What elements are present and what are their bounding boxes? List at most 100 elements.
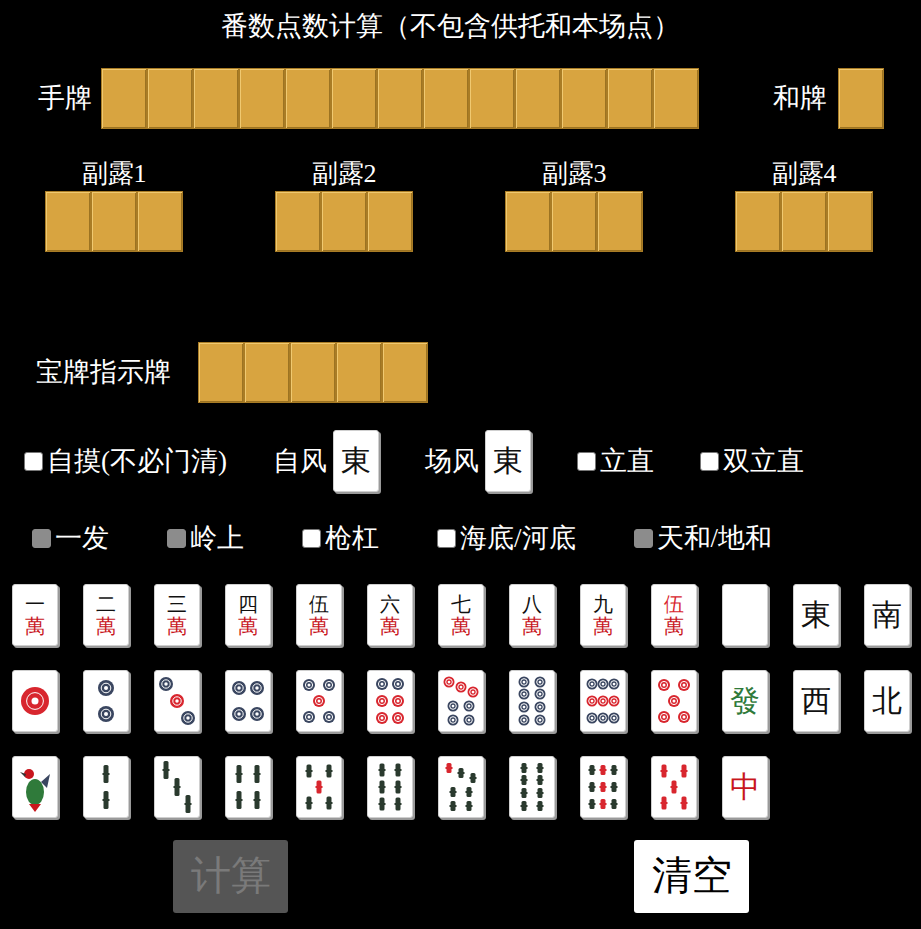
tile-slot[interactable]	[653, 68, 699, 129]
tile-slots	[45, 191, 183, 252]
tile-slot[interactable]	[45, 191, 91, 252]
tile-slot[interactable]	[735, 191, 781, 252]
tile-slot[interactable]	[244, 342, 290, 403]
wind-select[interactable]: 自风東	[273, 430, 379, 492]
tile-slot[interactable]	[198, 342, 244, 403]
tile-slot[interactable]	[193, 68, 239, 129]
tile-slots	[275, 191, 413, 252]
dora-row: 宝牌指示牌	[0, 342, 921, 403]
pin-icon	[15, 674, 55, 728]
pin-tile[interactable]	[225, 670, 271, 732]
honor-tile[interactable]	[722, 584, 768, 646]
tile-slot[interactable]	[382, 342, 428, 403]
tile-slot[interactable]	[505, 191, 551, 252]
option-checkbox[interactable]: 双立直	[700, 441, 804, 482]
tile-slot[interactable]	[607, 68, 653, 129]
man-tile[interactable]: 伍萬	[296, 584, 342, 646]
honor-tile[interactable]: 中	[722, 756, 768, 818]
honor-tile[interactable]: 東	[793, 584, 839, 646]
tile-slot[interactable]	[285, 68, 331, 129]
tile-slot[interactable]	[336, 342, 382, 403]
pin-icon	[157, 674, 197, 728]
option-checkbox[interactable]: 自摸(不必门清)	[24, 441, 227, 482]
man-tile[interactable]: 七萬	[438, 584, 484, 646]
dora-label: 宝牌指示牌	[36, 352, 198, 393]
sou-tile[interactable]	[83, 756, 129, 818]
tile-slot[interactable]	[137, 191, 183, 252]
tile-slot[interactable]	[275, 191, 321, 252]
tile-slot[interactable]	[597, 191, 643, 252]
man-tile[interactable]: 四萬	[225, 584, 271, 646]
tile-slot[interactable]	[101, 68, 147, 129]
pin-icon	[299, 674, 339, 728]
option-checkbox[interactable]: 枪杠	[302, 518, 379, 559]
tile-slot[interactable]	[827, 191, 873, 252]
pin-tile[interactable]	[438, 670, 484, 732]
tile-slot[interactable]	[515, 68, 561, 129]
tile-slot[interactable]	[331, 68, 377, 129]
sou-tile[interactable]	[296, 756, 342, 818]
wind-label: 自风	[273, 441, 327, 482]
man-tile[interactable]: 九萬	[580, 584, 626, 646]
wind-select[interactable]: 场风東	[425, 430, 531, 492]
pin-tile[interactable]	[83, 670, 129, 732]
honor-tile[interactable]: 南	[864, 584, 910, 646]
pin-icon	[441, 674, 481, 728]
tile-slot[interactable]	[91, 191, 137, 252]
tile-slot[interactable]	[551, 191, 597, 252]
man-tile[interactable]: 六萬	[367, 584, 413, 646]
man-tile[interactable]: 二萬	[83, 584, 129, 646]
pin-tile[interactable]	[12, 670, 58, 732]
tile-slot[interactable]	[147, 68, 193, 129]
man-tile[interactable]: 八萬	[509, 584, 555, 646]
wind-tile[interactable]: 東	[485, 430, 531, 492]
tile-slot[interactable]	[838, 68, 884, 129]
tile-slot[interactable]	[239, 68, 285, 129]
option-checkbox: 一发	[32, 518, 109, 559]
pin-tile[interactable]	[580, 670, 626, 732]
checkbox-box[interactable]	[577, 452, 596, 471]
checkbox-box[interactable]	[437, 529, 456, 548]
honor-tile[interactable]: 西	[793, 670, 839, 732]
sou-tile[interactable]	[154, 756, 200, 818]
tile-slot[interactable]	[561, 68, 607, 129]
tile-slot[interactable]	[290, 342, 336, 403]
tile-slot[interactable]	[321, 191, 367, 252]
checkbox-box[interactable]	[302, 529, 321, 548]
tile-slot[interactable]	[469, 68, 515, 129]
sou-tile[interactable]	[12, 756, 58, 818]
clear-button[interactable]: 清空	[634, 840, 749, 913]
option-checkbox[interactable]: 立直	[577, 441, 654, 482]
tile-slot[interactable]	[377, 68, 423, 129]
pin-tile[interactable]	[651, 670, 697, 732]
man-tile[interactable]: 伍萬	[651, 584, 697, 646]
sou-tile[interactable]	[438, 756, 484, 818]
honor-tile[interactable]: 發	[722, 670, 768, 732]
option-checkbox[interactable]: 海底/河底	[437, 518, 576, 559]
sou-tile[interactable]	[651, 756, 697, 818]
sou-tile[interactable]	[225, 756, 271, 818]
tile-slots	[735, 191, 873, 252]
man-tile[interactable]: 一萬	[12, 584, 58, 646]
checkbox-box[interactable]	[24, 452, 43, 471]
wind-tile[interactable]: 東	[333, 430, 379, 492]
sou-tile[interactable]	[509, 756, 555, 818]
sou-tile[interactable]	[580, 756, 626, 818]
hand-row: 手牌和牌	[0, 68, 921, 129]
option-label: 岭上	[190, 518, 244, 559]
pin-tile[interactable]	[296, 670, 342, 732]
pin-tile[interactable]	[509, 670, 555, 732]
tile-slot[interactable]	[367, 191, 413, 252]
option-label: 双立直	[723, 441, 804, 482]
tile-slot[interactable]	[781, 191, 827, 252]
tile-slot[interactable]	[423, 68, 469, 129]
pin-tile[interactable]	[154, 670, 200, 732]
pin-tile[interactable]	[367, 670, 413, 732]
option-label: 枪杠	[325, 518, 379, 559]
man-tile[interactable]: 三萬	[154, 584, 200, 646]
wind-label: 场风	[425, 441, 479, 482]
honor-tile[interactable]: 北	[864, 670, 910, 732]
sou-tile[interactable]	[367, 756, 413, 818]
tile-slots	[505, 191, 643, 252]
checkbox-box[interactable]	[700, 452, 719, 471]
